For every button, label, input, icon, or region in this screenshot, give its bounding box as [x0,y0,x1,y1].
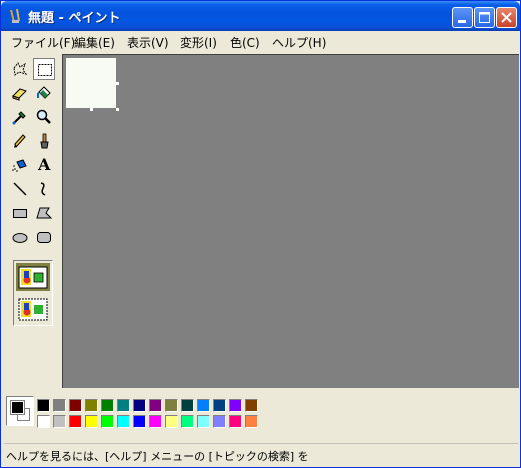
status-text: ヘルプを見るには、[ヘルプ] メニューの [トピックの検索] を [6,450,309,463]
tool-rectangle[interactable] [9,202,31,224]
palette-color-swatch[interactable] [245,415,258,428]
tool-color-picker[interactable] [9,106,31,128]
fill-bucket-icon [37,86,51,99]
minimize-button[interactable] [452,7,473,28]
palette-color-swatch[interactable] [37,399,50,412]
current-colors[interactable] [6,396,34,426]
tool-ellipse[interactable] [9,226,31,248]
paint-window: 無題 - ペイント ファイル(F) 編集(E) 表示(V) 変形(I) 色(C)… [0,0,521,468]
palette-color-swatch[interactable] [149,415,162,428]
resize-handle-right[interactable] [116,82,119,85]
tool-eraser[interactable] [9,82,31,104]
tool-box: A [4,54,59,388]
tool-rounded-rect[interactable] [33,226,55,248]
palette-color-swatch[interactable] [117,399,130,412]
pencil-icon [14,134,26,148]
ellipse-icon [12,233,28,243]
palette-color-swatch[interactable] [197,399,210,412]
palette-color-swatch[interactable] [69,415,82,428]
minimize-icon [458,20,466,23]
line-icon [13,182,27,196]
text-icon: A [38,155,51,174]
palette-color-swatch[interactable] [229,399,242,412]
palette-color-swatch[interactable] [101,399,114,412]
tool-free-select[interactable] [9,58,31,80]
foreground-color-swatch [10,400,25,415]
tool-line[interactable] [9,178,31,200]
palette-color-swatch[interactable] [149,399,162,412]
opaque-selection-option[interactable] [16,263,50,291]
tool-magnifier[interactable] [33,106,55,128]
tool-airbrush[interactable] [9,154,31,176]
menu-colors[interactable]: 色(C) [230,34,260,51]
status-bar: ヘルプを見るには、[ヘルプ] メニューの [トピックの検索] を [4,443,518,466]
color-picker-icon [12,111,26,125]
palette-color-swatch[interactable] [165,415,178,428]
close-icon [501,12,512,23]
airbrush-icon [12,159,27,172]
rounded-rect-icon [37,232,51,243]
palette-color-swatch[interactable] [165,399,178,412]
drawing-area[interactable] [62,54,519,388]
paint-app-icon[interactable] [7,8,23,24]
palette-color-swatch[interactable] [85,399,98,412]
curve-icon [40,182,46,196]
menu-bar: ファイル(F) 編集(E) 表示(V) 変形(I) 色(C) ヘルプ(H) [4,31,518,52]
menu-file[interactable]: ファイル(F) [11,34,75,51]
palette-color-swatch[interactable] [69,399,82,412]
tool-rect-select[interactable] [33,58,55,80]
tool-pencil[interactable] [9,130,31,152]
palette-color-swatch[interactable] [101,415,114,428]
palette-color-swatch[interactable] [133,415,146,428]
transparent-selection-option[interactable] [16,295,50,323]
tool-fill[interactable] [33,82,55,104]
palette-color-swatch[interactable] [181,415,194,428]
title-bar[interactable]: 無題 - ペイント [1,1,520,31]
opaque-selection-icon [18,266,48,289]
canvas[interactable] [66,58,116,108]
color-box [4,391,518,439]
menu-edit[interactable]: 編集(E) [74,34,115,51]
maximize-button[interactable] [474,7,495,28]
eraser-icon [12,88,27,101]
magnifier-icon [36,109,51,124]
menu-image[interactable]: 変形(I) [180,34,217,51]
resize-handle-corner[interactable] [116,108,119,111]
palette-color-swatch[interactable] [53,399,66,412]
palette-color-swatch[interactable] [53,415,66,428]
free-form-select-icon [13,62,28,76]
tool-curve[interactable] [33,178,55,200]
tool-text[interactable]: A [33,154,55,176]
palette-color-swatch[interactable] [229,415,242,428]
tool-options [13,260,53,326]
menu-help[interactable]: ヘルプ(H) [272,34,326,51]
palette-color-swatch[interactable] [213,399,226,412]
brush-icon [40,133,49,149]
resize-handle-bottom[interactable] [90,108,93,111]
palette-color-swatch[interactable] [133,399,146,412]
palette-color-swatch[interactable] [197,415,210,428]
tool-brush[interactable] [33,130,55,152]
palette-color-swatch[interactable] [181,399,194,412]
tool-polygon[interactable] [33,202,55,224]
palette-color-swatch[interactable] [85,415,98,428]
rectangle-icon [13,209,27,218]
window-title: 無題 - ペイント [28,11,121,26]
transparent-selection-icon [18,298,48,321]
polygon-icon [36,207,53,219]
close-button[interactable] [496,7,517,28]
palette-color-swatch[interactable] [245,399,258,412]
maximize-icon [479,12,490,23]
palette-color-swatch[interactable] [37,415,50,428]
palette-color-swatch[interactable] [117,415,130,428]
palette-color-swatch[interactable] [213,415,226,428]
rect-select-icon [38,64,52,76]
menu-view[interactable]: 表示(V) [127,34,169,51]
